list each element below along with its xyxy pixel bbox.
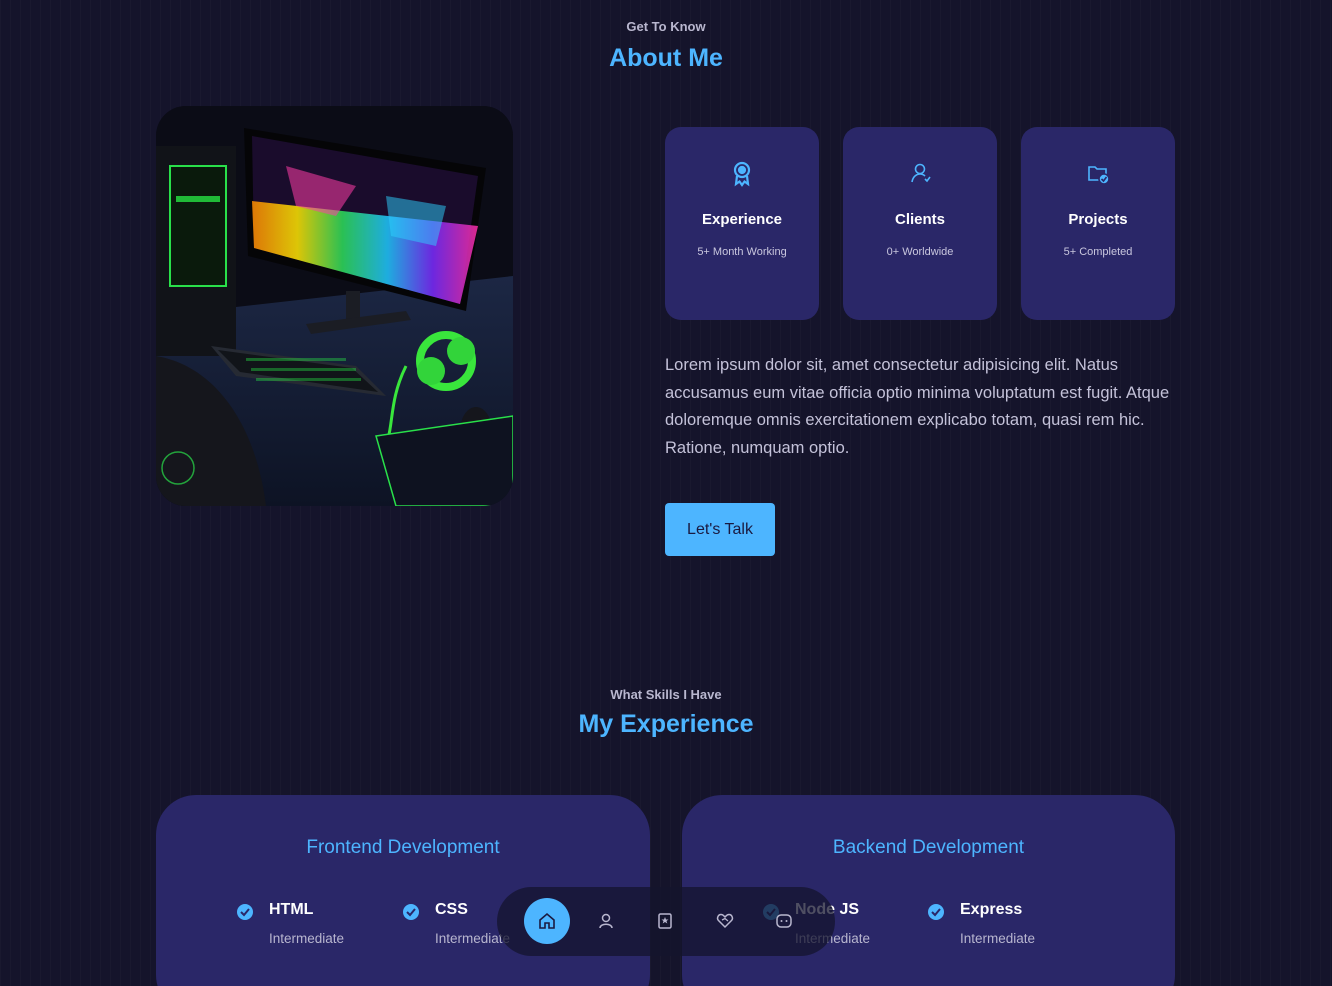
card-title: Experience: [701, 211, 783, 228]
heart-handshake-icon: [716, 913, 734, 929]
gaming-setup-illustration: [156, 106, 513, 506]
skill-level: Intermediate: [269, 931, 345, 946]
check-badge-icon: [403, 904, 419, 920]
card-title: Clients: [894, 211, 945, 228]
card-text: 5+ Completed: [1063, 246, 1133, 258]
users-icon: [843, 161, 997, 187]
frontend-title: Frontend Development: [306, 837, 500, 858]
folder-check-icon: [1021, 161, 1175, 187]
skill-name: HTML: [269, 901, 314, 918]
nav-about[interactable]: [583, 898, 629, 944]
home-icon: [539, 912, 555, 929]
nav-services[interactable]: [702, 898, 748, 944]
message-icon: [776, 914, 792, 928]
experience-subtitle: What Skills I Have: [610, 687, 722, 702]
nav-experience[interactable]: [642, 898, 688, 944]
about-title: About Me: [609, 44, 723, 72]
award-icon: [665, 161, 819, 187]
book-icon: [658, 913, 672, 929]
card-text: 5+ Month Working: [697, 246, 787, 258]
user-icon: [599, 913, 613, 929]
skill-name: Express: [960, 901, 1023, 918]
clients-card: Clients 0+ Worldwide: [843, 127, 997, 320]
experience-title: My Experience: [578, 710, 754, 738]
about-image: [156, 106, 513, 506]
nav-home[interactable]: [524, 898, 570, 944]
skill-name: CSS: [435, 901, 468, 918]
card-text: 0+ Worldwide: [886, 246, 954, 258]
experience-card: Experience 5+ Month Working: [665, 127, 819, 320]
about-subtitle: Get To Know: [626, 19, 706, 34]
card-title: Projects: [1068, 211, 1128, 228]
lets-talk-button[interactable]: Let's Talk: [665, 503, 775, 556]
check-badge-icon: [928, 904, 944, 920]
skill-level: Intermediate: [960, 931, 1036, 946]
projects-card: Projects 5+ Completed: [1021, 127, 1175, 320]
backend-title: Backend Development: [832, 837, 1025, 858]
floating-nav: [497, 887, 835, 956]
check-badge-icon: [237, 904, 253, 920]
nav-contact[interactable]: [761, 898, 807, 944]
about-paragraph: Lorem ipsum dolor sit, amet consectetur …: [665, 356, 1170, 457]
